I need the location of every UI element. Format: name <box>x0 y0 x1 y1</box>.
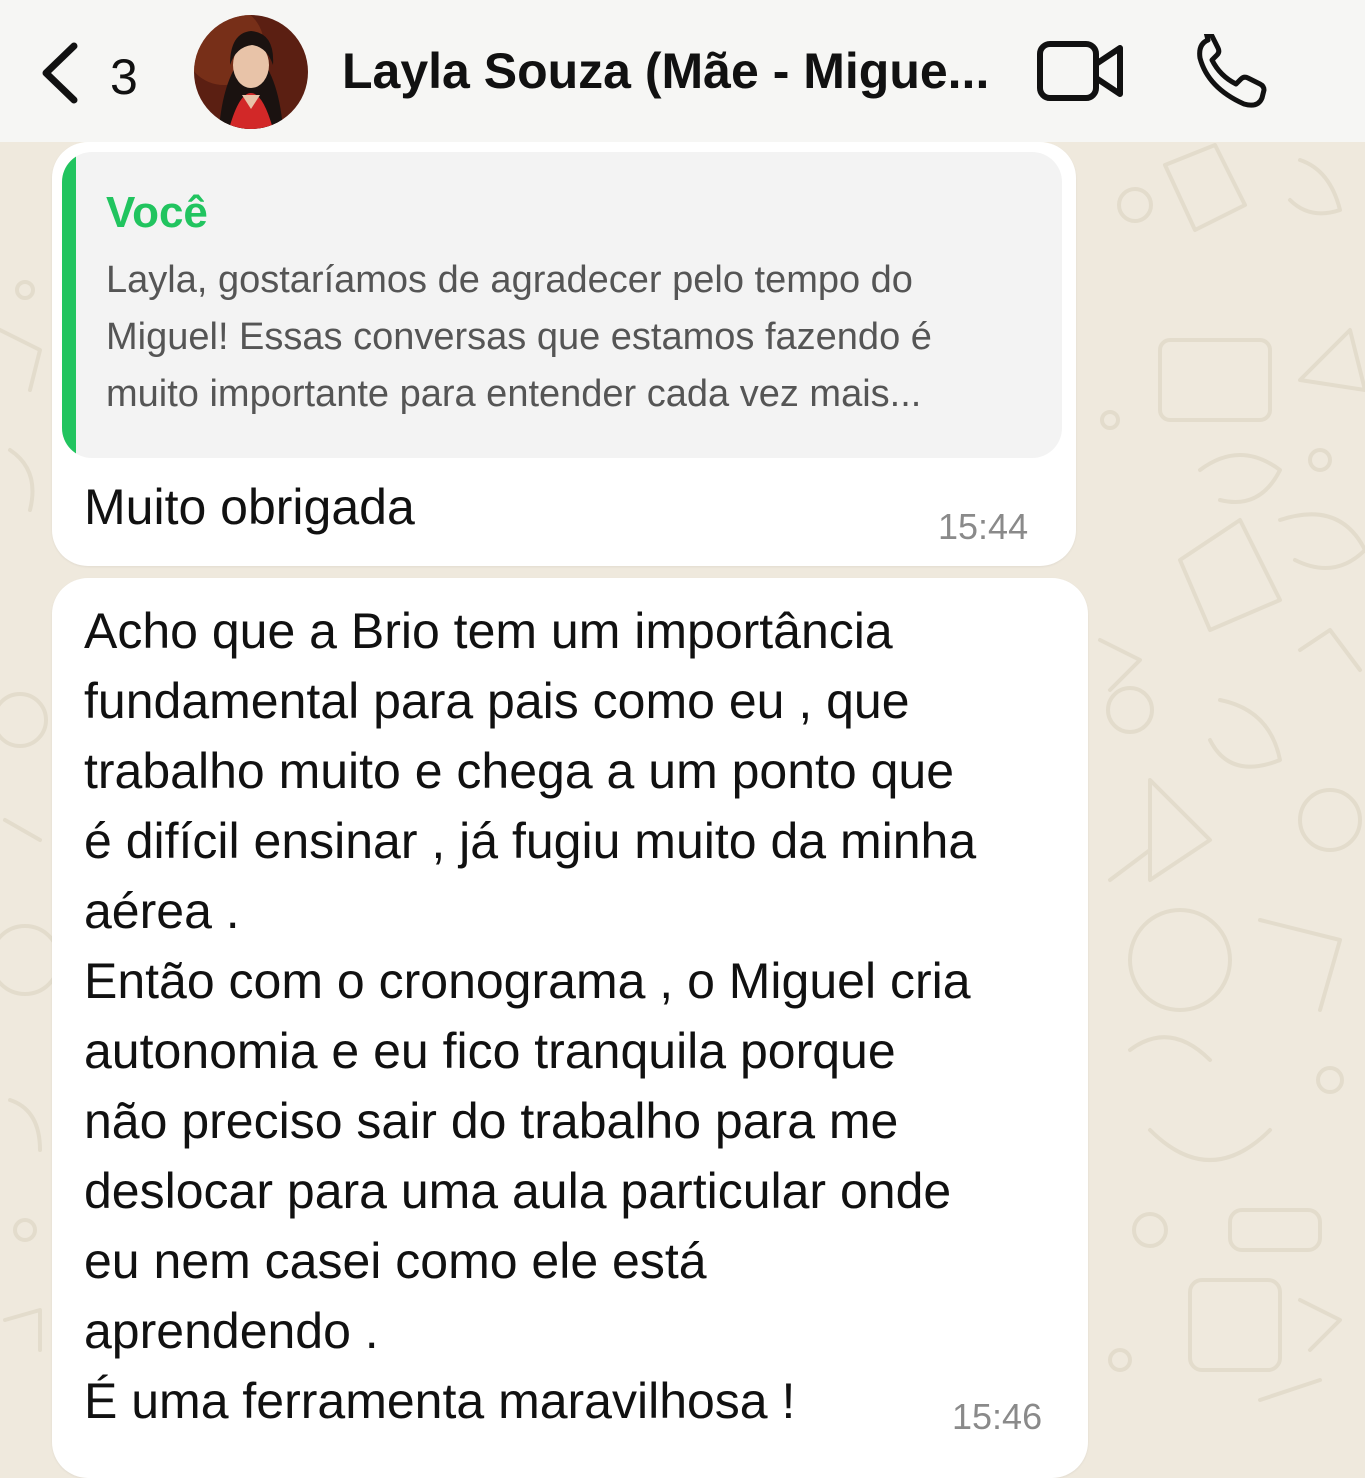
video-call-button[interactable] <box>1036 38 1126 104</box>
back-button[interactable]: 3 <box>30 30 160 114</box>
avatar[interactable] <box>194 15 308 129</box>
message-line: deslocar para uma aula particular onde <box>84 1163 952 1219</box>
quoted-message[interactable]: Você Layla, gostaríamos de agradecer pel… <box>62 152 1062 458</box>
message-text: Muito obrigada <box>84 479 415 535</box>
message-line: É uma ferramenta maravilhosa ! <box>84 1373 796 1429</box>
message-line: autonomia e eu fico tranquila porque <box>84 1023 896 1079</box>
message-line: não preciso sair do trabalho para me <box>84 1093 899 1149</box>
message-timestamp: 15:46 <box>952 1396 1043 1437</box>
quoted-line: muito importante para entender cada vez … <box>106 373 922 415</box>
message-line: aérea . <box>84 883 240 939</box>
message-line: Então com o cronograma , o Miguel cria <box>84 953 971 1009</box>
chat-header: 3 Layla Souza (Mãe - Migue... <box>0 0 1365 142</box>
quoted-line: Miguel! Essas conversas que estamos faze… <box>106 316 932 358</box>
phone-icon <box>1197 29 1267 108</box>
message-text: Acho que a Brio tem um importância funda… <box>84 596 1074 1436</box>
contact-name[interactable]: Layla Souza (Mãe - Migue... <box>342 42 1012 100</box>
voice-call-button[interactable] <box>1194 29 1270 110</box>
quote-accent-bar <box>62 152 76 458</box>
message-line: aprendendo . <box>84 1303 379 1359</box>
message-line: Acho que a Brio tem um importância <box>84 603 893 659</box>
chevron-left-icon <box>42 42 78 104</box>
quoted-author: Você <box>106 188 208 237</box>
message-line: eu nem casei como ele está <box>84 1233 707 1289</box>
message-line: fundamental para pais como eu , que <box>84 673 910 729</box>
quoted-line: Layla, gostaríamos de agradecer pelo tem… <box>106 259 913 301</box>
message-timestamp: 15:44 <box>938 506 1029 547</box>
unread-count: 3 <box>110 49 138 105</box>
message-line: é difícil ensinar , já fugiu muito da mi… <box>84 813 977 869</box>
video-camera-icon <box>1037 41 1123 101</box>
message-line: trabalho muito e chega a um ponto que <box>84 743 955 799</box>
quoted-text: Layla, gostaríamos de agradecer pelo tem… <box>106 252 1046 423</box>
